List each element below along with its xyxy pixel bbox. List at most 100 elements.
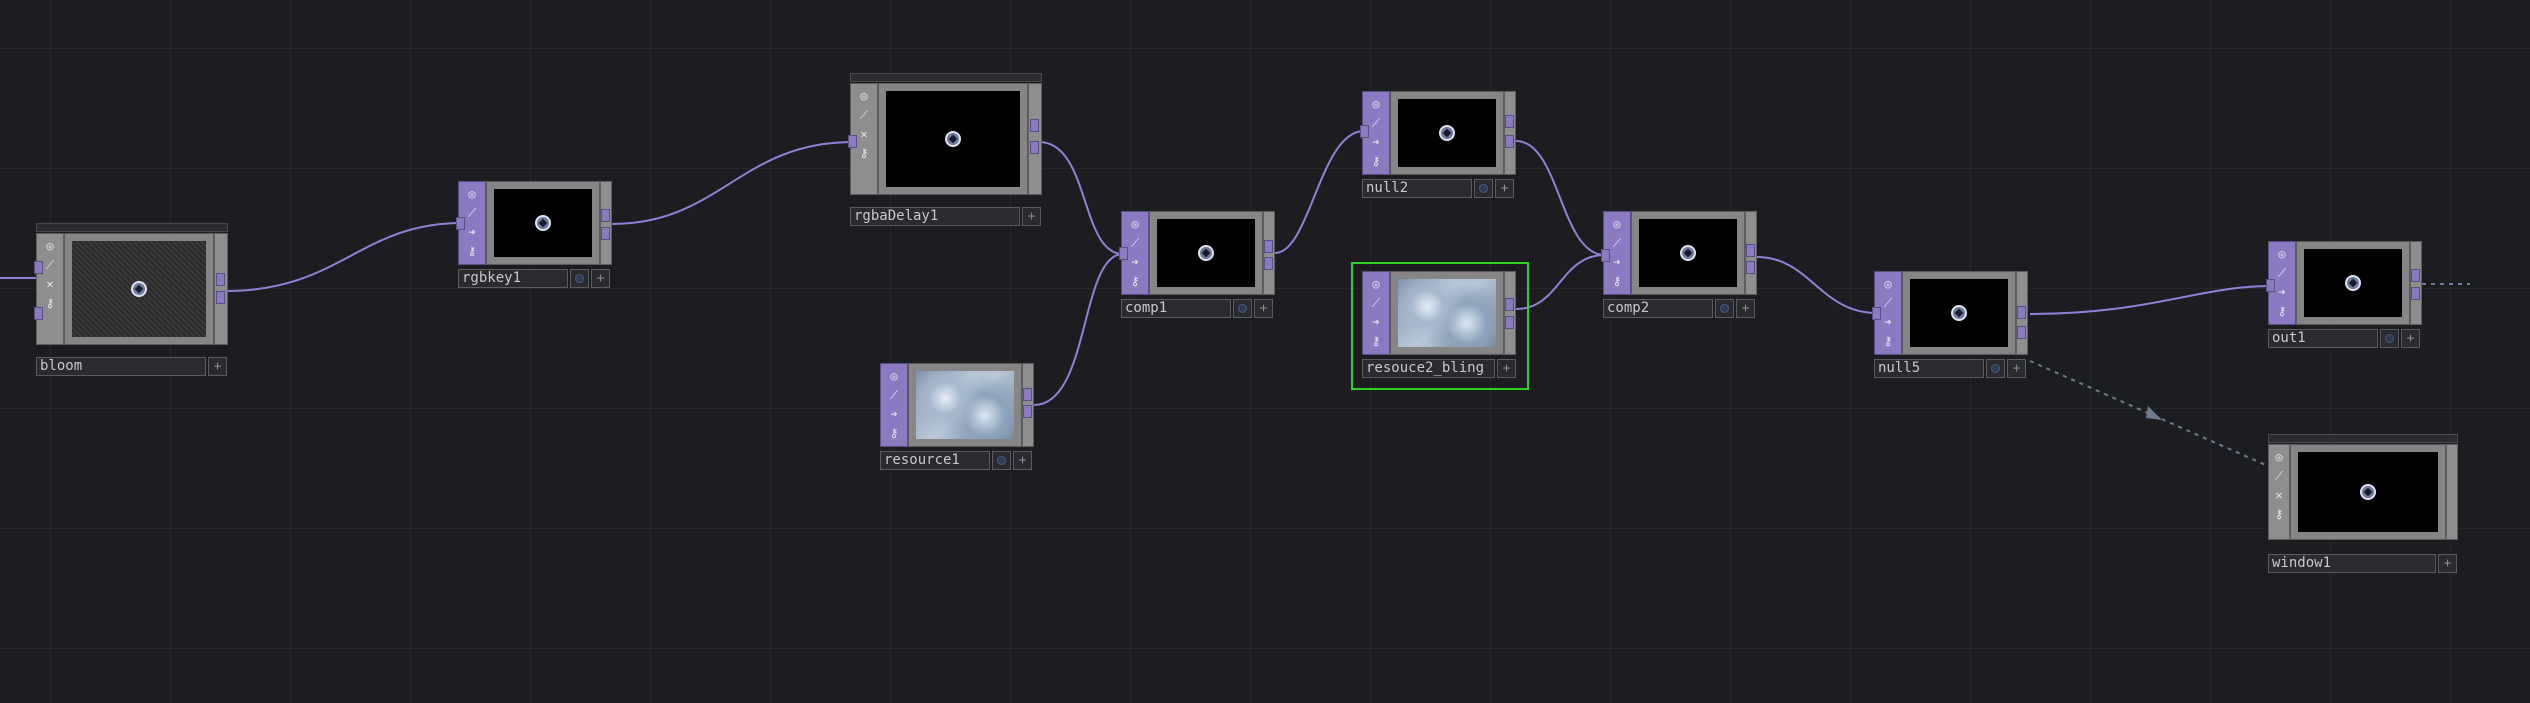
node-name[interactable]: comp1 <box>1121 299 1231 318</box>
status-dot[interactable] <box>1715 299 1734 318</box>
viewer-icon[interactable]: ◎ <box>2269 448 2289 465</box>
lock-icon[interactable]: ⚷ <box>1366 152 1386 169</box>
output-port[interactable] <box>2411 287 2420 300</box>
node-name[interactable]: resouce2_bling <box>1362 359 1495 378</box>
node-viewer[interactable] <box>878 83 1028 195</box>
output-port[interactable] <box>2017 326 2026 339</box>
output-port[interactable] <box>1264 240 1273 253</box>
export-icon[interactable]: ➔ <box>1125 253 1145 270</box>
output-port[interactable] <box>2411 269 2420 282</box>
node-viewer[interactable] <box>1631 211 1745 295</box>
node-name[interactable]: null2 <box>1362 179 1472 198</box>
bypass-icon[interactable]: ✕ <box>854 125 874 142</box>
output-port[interactable] <box>1746 261 1755 274</box>
export-icon[interactable]: ➔ <box>462 223 482 240</box>
output-port[interactable] <box>1030 119 1039 132</box>
status-dot[interactable] <box>1474 179 1493 198</box>
output-port[interactable] <box>216 273 225 286</box>
input-port[interactable] <box>1601 249 1610 262</box>
output-port[interactable] <box>1505 298 1514 311</box>
node-name[interactable]: rgbkey1 <box>458 269 568 288</box>
cook-icon[interactable]: ⟋ <box>854 106 874 123</box>
output-port[interactable] <box>1264 257 1273 270</box>
export-icon[interactable]: ➔ <box>1366 313 1386 330</box>
plus-icon[interactable]: + <box>2401 329 2420 348</box>
plus-icon[interactable]: + <box>2007 359 2026 378</box>
node-viewer[interactable] <box>1149 211 1263 295</box>
node-name[interactable]: rgbaDelay1 <box>850 207 1020 226</box>
output-port[interactable] <box>601 209 610 222</box>
export-icon[interactable]: ➔ <box>1878 313 1898 330</box>
node-name[interactable]: out1 <box>2268 329 2378 348</box>
node-name[interactable]: bloom <box>36 357 206 376</box>
input-port[interactable] <box>34 261 43 274</box>
viewer-icon[interactable]: ◎ <box>854 87 874 104</box>
cook-icon[interactable]: ⟋ <box>462 204 482 221</box>
bypass-icon[interactable]: ✕ <box>40 275 60 292</box>
input-port[interactable] <box>1119 247 1128 260</box>
node-viewer[interactable] <box>486 181 600 265</box>
viewer-icon[interactable]: ◎ <box>2272 245 2292 262</box>
node-viewer[interactable] <box>1902 271 2016 355</box>
output-port[interactable] <box>1023 405 1032 418</box>
viewer-icon[interactable]: ◎ <box>1366 275 1386 292</box>
input-port[interactable] <box>34 307 43 320</box>
plus-icon[interactable]: + <box>1013 451 1032 470</box>
viewer-icon[interactable]: ◎ <box>884 367 904 384</box>
lock-icon[interactable]: ⚷ <box>1366 332 1386 349</box>
export-icon[interactable]: ➔ <box>884 405 904 422</box>
plus-icon[interactable]: + <box>1254 299 1273 318</box>
node-viewer[interactable] <box>908 363 1022 447</box>
plus-icon[interactable]: + <box>1495 179 1514 198</box>
cook-icon[interactable]: ⟋ <box>40 256 60 273</box>
export-icon[interactable]: ➔ <box>1366 133 1386 150</box>
status-dot[interactable] <box>2380 329 2399 348</box>
input-port[interactable] <box>456 217 465 230</box>
viewer-icon[interactable]: ◎ <box>462 185 482 202</box>
input-port[interactable] <box>1360 125 1369 138</box>
output-port[interactable] <box>1023 388 1032 401</box>
status-dot[interactable] <box>992 451 1011 470</box>
plus-icon[interactable]: + <box>1022 207 1041 226</box>
input-port[interactable] <box>1872 307 1881 320</box>
input-port[interactable] <box>848 135 857 148</box>
output-port[interactable] <box>2017 306 2026 319</box>
lock-icon[interactable]: ⚷ <box>2269 505 2289 522</box>
output-port[interactable] <box>1746 244 1755 257</box>
node-viewer[interactable] <box>64 233 214 345</box>
export-icon[interactable]: ➔ <box>2272 283 2292 300</box>
cook-icon[interactable]: ⟋ <box>1607 234 1627 251</box>
lock-icon[interactable]: ⚷ <box>462 242 482 259</box>
lock-icon[interactable]: ⚷ <box>854 144 874 161</box>
output-port[interactable] <box>601 227 610 240</box>
plus-icon[interactable]: + <box>1736 299 1755 318</box>
plus-icon[interactable]: + <box>2438 554 2457 573</box>
lock-icon[interactable]: ⚷ <box>2272 302 2292 319</box>
input-port[interactable] <box>2266 279 2275 292</box>
plus-icon[interactable]: + <box>591 269 610 288</box>
lock-icon[interactable]: ⚷ <box>1125 272 1145 289</box>
viewer-icon[interactable]: ◎ <box>1366 95 1386 112</box>
plus-icon[interactable]: + <box>208 357 227 376</box>
output-port[interactable] <box>216 291 225 304</box>
lock-icon[interactable]: ⚷ <box>1878 332 1898 349</box>
viewer-icon[interactable]: ◎ <box>1125 215 1145 232</box>
cook-icon[interactable]: ⟋ <box>1125 234 1145 251</box>
cook-icon[interactable]: ⟋ <box>2269 467 2289 484</box>
cook-icon[interactable]: ⟋ <box>884 386 904 403</box>
node-name[interactable]: comp2 <box>1603 299 1713 318</box>
output-port[interactable] <box>1505 316 1514 329</box>
output-port[interactable] <box>1505 135 1514 148</box>
node-viewer[interactable] <box>2290 444 2446 540</box>
node-name[interactable]: resource1 <box>880 451 990 470</box>
plus-icon[interactable]: + <box>1497 359 1516 378</box>
cook-icon[interactable]: ⟋ <box>2272 264 2292 281</box>
lock-icon[interactable]: ⚷ <box>40 294 60 311</box>
bypass-icon[interactable]: ✕ <box>2269 486 2289 503</box>
status-dot[interactable] <box>1233 299 1252 318</box>
output-port[interactable] <box>1505 115 1514 128</box>
node-viewer[interactable] <box>2296 241 2410 325</box>
viewer-icon[interactable]: ◎ <box>40 237 60 254</box>
cook-icon[interactable]: ⟋ <box>1878 294 1898 311</box>
cook-icon[interactable]: ⟋ <box>1366 114 1386 131</box>
